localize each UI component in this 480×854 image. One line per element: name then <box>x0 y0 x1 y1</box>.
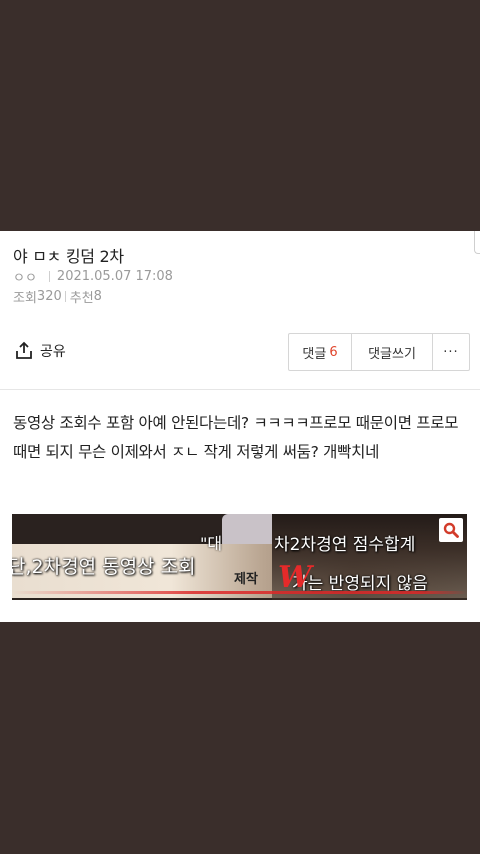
more-button[interactable]: ··· <box>432 334 469 370</box>
comment-actions: 댓글 6 댓글쓰기 ··· <box>288 333 470 371</box>
post-date: 2021.05.07 17:08 <box>56 269 173 284</box>
likes-label: 추천 <box>69 291 94 306</box>
views-label: 조회 <box>13 291 37 306</box>
share-button[interactable]: 공유 <box>14 341 66 361</box>
image-caption-right: 차2차경연 점수합계 <box>274 535 416 555</box>
watermark-logo: W <box>278 560 312 595</box>
post-card: 야 ㅁㅊ 킹덤 2차 ㅇㅇ 2021.05.07 17:08 조회 320 추천… <box>0 231 480 622</box>
post-meta: ㅇㅇ 2021.05.07 17:08 <box>13 267 173 286</box>
share-icon <box>16 341 32 359</box>
scroll-indicator <box>474 231 480 254</box>
image-caption-top: "대 <box>200 534 223 553</box>
write-comment-button[interactable]: 댓글쓰기 <box>351 334 432 370</box>
stats-divider <box>64 291 66 302</box>
post-image[interactable]: "대 단,2차경연 동영상 조회 차2차경연 점수합계 가는 반영되지 않음 제… <box>12 514 467 600</box>
image-caption-left: 단,2차경연 동영상 조회 <box>12 556 196 578</box>
post-stats: 조회 320 추천 8 <box>13 287 102 306</box>
search-icon <box>443 522 459 538</box>
views-count: 320 <box>36 289 62 304</box>
comments-button[interactable]: 댓글 6 <box>289 334 351 370</box>
comments-label: 댓글 <box>302 346 327 362</box>
watermark-text: 제작 <box>234 572 258 587</box>
meta-divider <box>48 271 50 282</box>
share-label: 공유 <box>40 344 66 360</box>
likes-count: 8 <box>93 289 102 304</box>
image-search-button[interactable] <box>439 518 463 542</box>
comments-count: 6 <box>329 344 338 360</box>
section-divider <box>0 389 480 390</box>
post-body: 동영상 조회수 포함 아예 안된다는데? ㅋㅋㅋㅋ프로모 때문이면 프로모 때면… <box>13 414 459 461</box>
post-title: 야 ㅁㅊ 킹덤 2차 <box>13 247 124 266</box>
image-underline <box>12 591 467 594</box>
author-name[interactable]: ㅇㅇ <box>13 267 37 286</box>
